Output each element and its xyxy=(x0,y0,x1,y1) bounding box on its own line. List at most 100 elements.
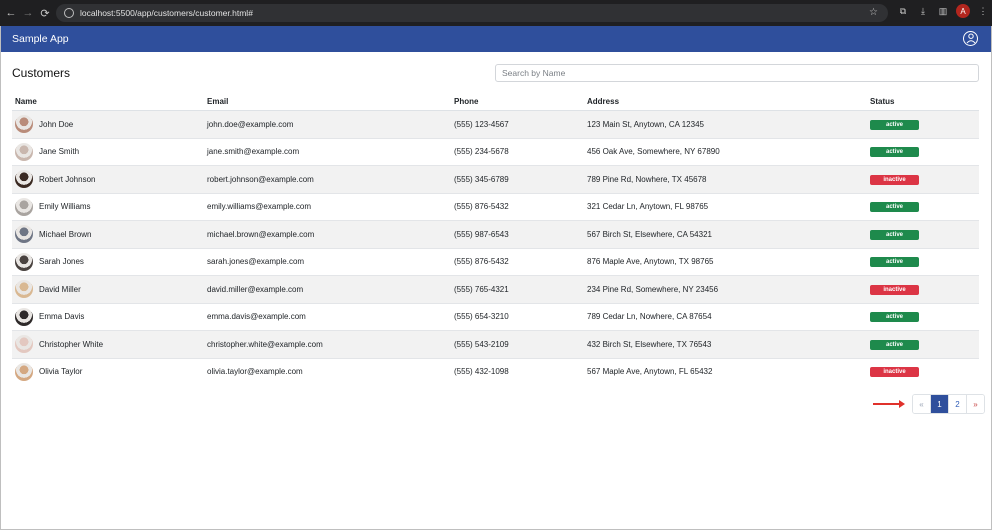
name-wrapper: John Doe xyxy=(15,115,204,134)
table-row: Emily Williams emily.williams@example.com… xyxy=(12,192,979,221)
search-input[interactable] xyxy=(495,64,979,82)
pagination-page-1[interactable]: 1 xyxy=(931,395,949,413)
customer-name: Emily Williams xyxy=(39,202,91,212)
table-row: Olivia Taylor olivia.taylor@example.com (5… xyxy=(12,357,979,385)
name-wrapper: Emily Williams xyxy=(15,197,204,216)
cell-address: 567 Maple Ave, Anytown, FL 65432 xyxy=(584,357,867,385)
pagination-next[interactable]: » xyxy=(967,395,984,413)
user-avatar-icon[interactable] xyxy=(963,31,978,46)
pagination-page-2[interactable]: 2 xyxy=(949,395,967,413)
annotation-arrow-line xyxy=(873,403,901,405)
table-header-row: Name Email Phone Address Status xyxy=(12,92,979,111)
status-badge: active xyxy=(870,147,919,158)
profile-avatar[interactable]: A xyxy=(956,4,970,18)
cell-name: John Doe xyxy=(12,110,204,138)
status-badge: active xyxy=(870,257,919,268)
table-row: Robert Johnson robert.johnson@example.com… xyxy=(12,165,979,193)
cell-phone: (555) 543-2109 xyxy=(451,330,584,358)
cell-status: active xyxy=(867,137,979,166)
side-panel-icon[interactable]: ▥ xyxy=(936,4,950,18)
cell-email: jane.smith@example.com xyxy=(204,137,451,166)
cell-status: active xyxy=(867,302,979,331)
table-row: Jane Smith jane.smith@example.com (555) 23… xyxy=(12,137,979,166)
table-row: Michael Brown michael.brown@example.com (5… xyxy=(12,220,979,248)
extensions-icon[interactable]: ⧉ xyxy=(896,4,910,18)
cell-address: 789 Pine Rd, Nowhere, TX 45678 xyxy=(584,165,867,193)
customer-name: Christopher White xyxy=(39,339,104,349)
customer-name: Olivia Taylor xyxy=(39,367,83,377)
pagination-prev[interactable]: « xyxy=(913,395,931,413)
annotation-arrow-icon xyxy=(899,400,905,408)
cell-phone: (555) 123-4567 xyxy=(451,110,584,138)
customer-name: John Doe xyxy=(39,119,74,129)
customer-name: Robert Johnson xyxy=(39,174,96,184)
name-wrapper: Christopher White xyxy=(15,335,204,354)
status-badge: active xyxy=(870,202,919,213)
cell-name: Sarah Jones xyxy=(12,247,204,276)
reload-icon[interactable]: ⟳ xyxy=(36,4,54,22)
customer-avatar xyxy=(15,225,33,244)
customer-avatar xyxy=(15,362,33,381)
customer-avatar xyxy=(15,280,33,299)
status-badge: active xyxy=(870,339,919,350)
cell-address: 456 Oak Ave, Somewhere, NY 67890 xyxy=(584,137,867,166)
browser-toolbar: ← → ⟳ localhost:5500/app/customers/custo… xyxy=(0,0,992,26)
cell-name: Emily Williams xyxy=(12,192,204,221)
url-text: localhost:5500/app/customers/customer.ht… xyxy=(80,8,253,18)
customer-avatar xyxy=(15,142,33,161)
table-row: Sarah Jones sarah.jones@example.com (555) … xyxy=(12,247,979,276)
customer-name: David Miller xyxy=(39,284,81,294)
customer-avatar xyxy=(15,307,33,326)
cell-status: active xyxy=(867,330,979,358)
app-brand[interactable]: Sample App xyxy=(12,33,69,45)
page-title: Customers xyxy=(12,66,71,80)
customer-avatar xyxy=(15,170,33,189)
name-wrapper: David Miller xyxy=(15,280,204,299)
cell-email: emma.davis@example.com xyxy=(204,302,451,331)
status-badge: inactive xyxy=(870,284,919,295)
cell-status: active xyxy=(867,110,979,138)
table-row: John Doe john.doe@example.com (555) 123-45… xyxy=(12,110,979,138)
customer-name: Jane Smith xyxy=(39,147,80,157)
cell-phone: (555) 987-6543 xyxy=(451,220,584,248)
customer-avatar xyxy=(15,197,33,216)
menu-kebab-icon[interactable]: ⋮ xyxy=(976,4,990,18)
app-navbar: Sample App xyxy=(0,26,992,52)
cell-address: 876 Maple Ave, Anytown, TX 98765 xyxy=(584,247,867,276)
address-bar[interactable]: localhost:5500/app/customers/customer.ht… xyxy=(56,4,888,22)
cell-name: Jane Smith xyxy=(12,137,204,166)
column-header-status: Status xyxy=(867,92,979,111)
cell-email: christopher.white@example.com xyxy=(204,330,451,358)
back-arrow-icon[interactable]: ← xyxy=(2,4,20,22)
cell-name: David Miller xyxy=(12,275,204,303)
status-badge: active xyxy=(870,312,919,323)
cell-name: Michael Brown xyxy=(12,220,204,248)
cell-email: sarah.jones@example.com xyxy=(204,247,451,276)
cell-address: 123 Main St, Anytown, CA 12345 xyxy=(584,110,867,138)
column-header-phone: Phone xyxy=(451,92,584,111)
customer-name: Sarah Jones xyxy=(39,257,84,267)
table-row: David Miller david.miller@example.com (555… xyxy=(12,275,979,303)
customer-name: Michael Brown xyxy=(39,229,92,239)
site-info-icon[interactable] xyxy=(64,8,74,18)
bookmark-star-icon[interactable]: ☆ xyxy=(869,7,878,18)
name-wrapper: Sarah Jones xyxy=(15,252,204,271)
name-wrapper: Michael Brown xyxy=(15,225,204,244)
customer-avatar xyxy=(15,252,33,271)
cell-phone: (555) 876-5432 xyxy=(451,192,584,221)
name-wrapper: Jane Smith xyxy=(15,142,204,161)
cell-email: david.miller@example.com xyxy=(204,275,451,303)
forward-arrow-icon[interactable]: → xyxy=(19,4,37,22)
cell-phone: (555) 432-1098 xyxy=(451,357,584,385)
browser-actions: ⧉ ⤓ ▥ A ⋮ xyxy=(896,4,990,18)
name-wrapper: Emma Davis xyxy=(15,307,204,326)
table-row: Christopher White christopher.white@examp… xyxy=(12,330,979,358)
download-icon[interactable]: ⤓ xyxy=(916,4,930,18)
status-badge: active xyxy=(870,119,919,130)
cell-name: Olivia Taylor xyxy=(12,357,204,385)
cell-email: emily.williams@example.com xyxy=(204,192,451,221)
table-row: Emma Davis emma.davis@example.com (555) 65… xyxy=(12,302,979,331)
column-header-name: Name xyxy=(12,92,204,111)
status-badge: active xyxy=(870,229,919,240)
cell-status: inactive xyxy=(867,275,979,303)
